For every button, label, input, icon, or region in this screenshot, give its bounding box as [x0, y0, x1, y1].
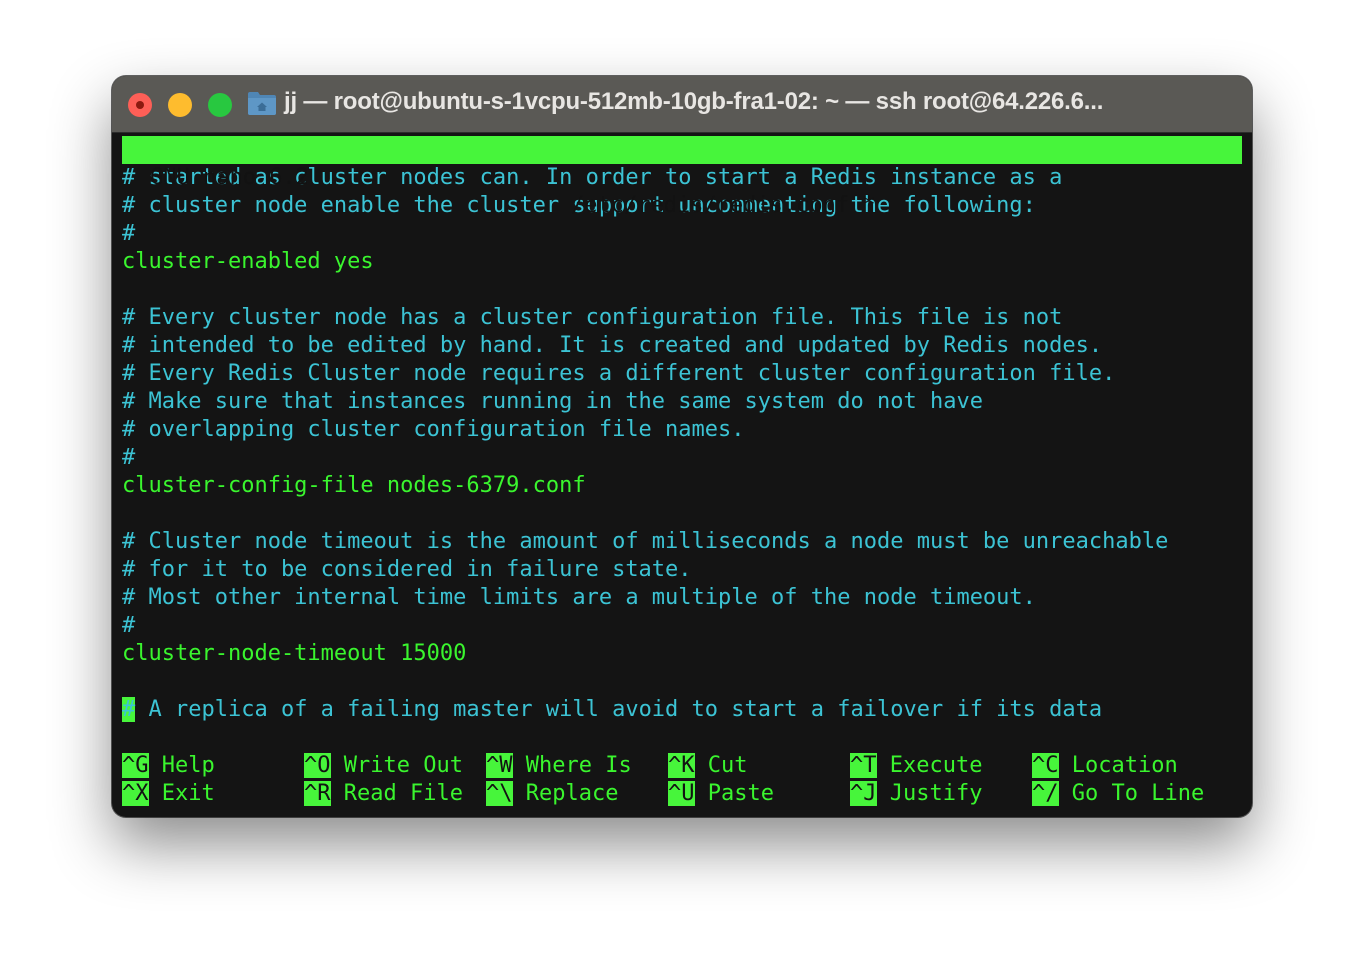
cursor-line-text: A replica of a failing master will avoid…: [135, 697, 1103, 722]
nano-version: GNU nano 6.2: [150, 165, 309, 190]
shortcut-key: ^J: [850, 781, 877, 806]
shortcut-label: Cut: [707, 753, 748, 778]
shortcut-key: ^R: [304, 781, 331, 806]
shortcut-key: ^G: [122, 753, 149, 778]
shortcut-location[interactable]: ^C Location: [1032, 752, 1178, 780]
comment-line: # intended to be edited by hand. It is c…: [122, 333, 1103, 358]
title-bar[interactable]: jj — root@ubuntu-s-1vcpu-512mb-10gb-fra1…: [112, 76, 1252, 133]
shortcut-row-2: ^X Exit ^R Read File ^\ Replace ^U Paste ^J …: [122, 780, 1242, 808]
shortcut-execute[interactable]: ^T Execute: [850, 752, 982, 780]
shortcut-label: Read File: [343, 781, 463, 806]
config-setting-line: cluster-enabled yes: [122, 249, 374, 274]
shortcut-label: Write Out: [343, 753, 463, 778]
shortcut-read-file[interactable]: ^R Read File: [304, 780, 463, 808]
shortcut-key: ^X: [122, 781, 149, 806]
file-content[interactable]: # started as cluster nodes can. In order…: [122, 164, 1242, 696]
shortcut-key: ^W: [486, 753, 513, 778]
shortcut-key: ^U: [668, 781, 695, 806]
shortcut-help[interactable]: ^G Help: [122, 752, 215, 780]
comment-line: # Every cluster node has a cluster confi…: [122, 305, 1063, 330]
shortcut-label: Exit: [161, 781, 215, 806]
shortcut-replace[interactable]: ^\ Replace: [486, 780, 618, 808]
shortcut-key: ^T: [850, 753, 877, 778]
maximize-button[interactable]: [208, 93, 232, 117]
shortcut-key: ^/: [1032, 781, 1059, 806]
shortcut-label: Justify: [889, 781, 983, 806]
comment-line: #: [122, 613, 136, 638]
shortcut-key: ^\: [486, 781, 513, 806]
comment-line: # overlapping cluster configuration file…: [122, 417, 745, 442]
file-name: /etc/redis/redis.conf *: [571, 193, 876, 218]
comment-line: #: [122, 445, 136, 470]
shortcut-write-out[interactable]: ^O Write Out: [304, 752, 463, 780]
nano-editor[interactable]: GNU nano 6.2 /etc/redis/redis.conf * # s…: [122, 136, 1242, 724]
shortcut-label: Go To Line: [1071, 781, 1205, 806]
comment-line: # Make sure that instances running in th…: [122, 389, 983, 414]
terminal-window: jj — root@ubuntu-s-1vcpu-512mb-10gb-fra1…: [112, 76, 1252, 817]
home-folder-icon: [248, 92, 276, 115]
shortcut-where-is[interactable]: ^W Where Is: [486, 752, 632, 780]
shortcut-label: Help: [161, 753, 215, 778]
shortcut-row-1: ^G Help ^O Write Out ^W Where Is ^K Cut ^T E…: [122, 752, 1242, 780]
shortcut-bar: ^G Help ^O Write Out ^W Where Is ^K Cut ^T E…: [122, 752, 1242, 808]
comment-line: # Cluster node timeout is the amount of …: [122, 529, 1169, 554]
text-cursor: #: [122, 697, 136, 722]
shortcut-paste[interactable]: ^U Paste: [668, 780, 774, 808]
shortcut-label: Where Is: [525, 753, 632, 778]
cursor-line[interactable]: # A replica of a failing master will avo…: [122, 696, 1242, 724]
shortcut-justify[interactable]: ^J Justify: [850, 780, 982, 808]
shortcut-exit[interactable]: ^X Exit: [122, 780, 215, 808]
comment-line: # Most other internal time limits are a …: [122, 585, 1036, 610]
config-setting-line: cluster-node-timeout 15000: [122, 641, 467, 666]
comment-line: # Every Redis Cluster node requires a di…: [122, 361, 1116, 386]
minimize-button[interactable]: [168, 93, 192, 117]
shortcut-cut[interactable]: ^K Cut: [668, 752, 748, 780]
shortcut-key: ^O: [304, 753, 331, 778]
nano-header-bar: GNU nano 6.2 /etc/redis/redis.conf *: [122, 136, 1242, 218]
shortcut-label: Paste: [707, 781, 774, 806]
close-button[interactable]: [128, 93, 152, 117]
comment-line: # for it to be considered in failure sta…: [122, 557, 692, 582]
shortcut-key: ^K: [668, 753, 695, 778]
shortcut-label: Replace: [525, 781, 619, 806]
config-setting-line: cluster-config-file nodes-6379.conf: [122, 473, 586, 498]
comment-line: #: [122, 220, 1242, 248]
window-title: jj — root@ubuntu-s-1vcpu-512mb-10gb-fra1…: [284, 88, 1104, 115]
shortcut-label: Execute: [889, 753, 983, 778]
shortcut-label: Location: [1071, 753, 1178, 778]
shortcut-key: ^C: [1032, 753, 1059, 778]
shortcut-go-to-line[interactable]: ^/ Go To Line: [1032, 780, 1204, 808]
